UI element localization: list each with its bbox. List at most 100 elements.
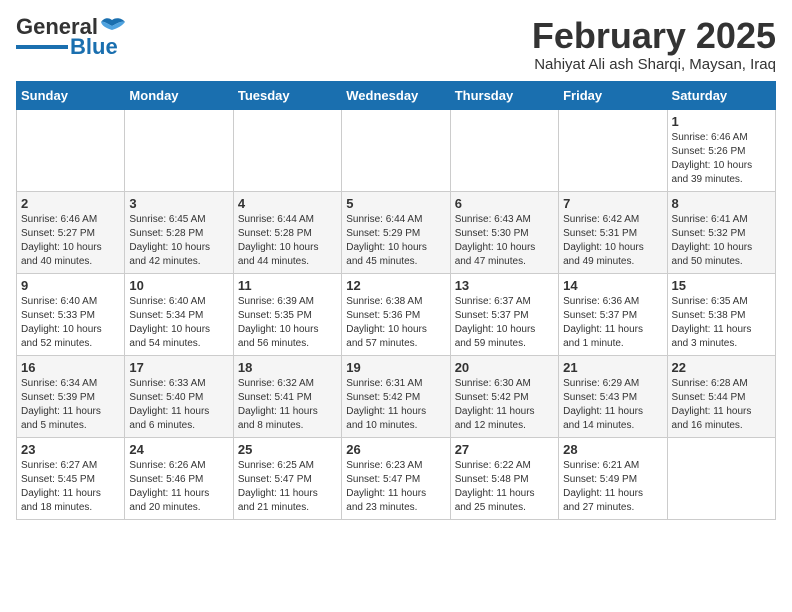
page-header: General Blue February 2025 Nahiyat Ali a… (16, 16, 776, 73)
calendar-cell: 25 Sunrise: 6:25 AM Sunset: 5:47 PM Dayli… (233, 437, 341, 519)
day-number: 20 (455, 360, 554, 375)
calendar-cell: 8 Sunrise: 6:41 AM Sunset: 5:32 PM Daylig… (667, 191, 775, 273)
day-number: 24 (129, 442, 228, 457)
calendar-cell (342, 109, 450, 191)
calendar-header-row: SundayMondayTuesdayWednesdayThursdayFrid… (17, 81, 776, 109)
day-info: Sunrise: 6:25 AM Sunset: 5:47 PM Dayligh… (238, 459, 337, 515)
calendar-cell: 2Sunrise: 6:46 AM Sunset: 5:27 PM Daylig… (17, 191, 125, 273)
calendar-cell (125, 109, 233, 191)
day-info: Sunrise: 6:35 AM Sunset: 5:38 PM Dayligh… (672, 295, 771, 351)
calendar-cell: 28 Sunrise: 6:21 AM Sunset: 5:49 PM Dayli… (559, 437, 667, 519)
calendar-week-2: 2Sunrise: 6:46 AM Sunset: 5:27 PM Daylig… (17, 191, 776, 273)
day-info: Sunrise: 6:31 AM Sunset: 5:42 PM Dayligh… (346, 377, 445, 433)
calendar-cell: 21 Sunrise: 6:29 AM Sunset: 5:43 PM Dayli… (559, 355, 667, 437)
calendar-header-friday: Friday (559, 81, 667, 109)
calendar-cell (450, 109, 558, 191)
calendar-table: SundayMondayTuesdayWednesdayThursdayFrid… (16, 81, 776, 520)
calendar-cell (559, 109, 667, 191)
day-number: 18 (238, 360, 337, 375)
day-number: 17 (129, 360, 228, 375)
location-title: Nahiyat Ali ash Sharqi, Maysan, Iraq (532, 56, 776, 73)
day-number: 10 (129, 278, 228, 293)
calendar-cell: 23 Sunrise: 6:27 AM Sunset: 5:45 PM Dayli… (17, 437, 125, 519)
calendar-cell: 20 Sunrise: 6:30 AM Sunset: 5:42 PM Dayli… (450, 355, 558, 437)
day-number: 3 (129, 196, 228, 211)
calendar-header-saturday: Saturday (667, 81, 775, 109)
day-number: 13 (455, 278, 554, 293)
calendar-week-3: 9 Sunrise: 6:40 AM Sunset: 5:33 PM Daylig… (17, 273, 776, 355)
calendar-cell: 14 Sunrise: 6:36 AM Sunset: 5:37 PM Dayli… (559, 273, 667, 355)
day-info: Sunrise: 6:32 AM Sunset: 5:41 PM Dayligh… (238, 377, 337, 433)
calendar-header-monday: Monday (125, 81, 233, 109)
day-number: 8 (672, 196, 771, 211)
calendar-week-1: 1 Sunrise: 6:46 AM Sunset: 5:26 PM Daylig… (17, 109, 776, 191)
day-info: Sunrise: 6:29 AM Sunset: 5:43 PM Dayligh… (563, 377, 662, 433)
calendar-header-tuesday: Tuesday (233, 81, 341, 109)
calendar-cell: 10 Sunrise: 6:40 AM Sunset: 5:34 PM Dayli… (125, 273, 233, 355)
day-number: 4 (238, 196, 337, 211)
day-info: Sunrise: 6:21 AM Sunset: 5:49 PM Dayligh… (563, 459, 662, 515)
day-number: 16 (21, 360, 120, 375)
day-number: 9 (21, 278, 120, 293)
day-info: Sunrise: 6:30 AM Sunset: 5:42 PM Dayligh… (455, 377, 554, 433)
calendar-cell: 1 Sunrise: 6:46 AM Sunset: 5:26 PM Daylig… (667, 109, 775, 191)
logo-blue-text: Blue (70, 36, 118, 58)
day-info: Sunrise: 6:44 AM Sunset: 5:28 PM Dayligh… (238, 213, 337, 269)
day-info: Sunrise: 6:43 AM Sunset: 5:30 PM Dayligh… (455, 213, 554, 269)
day-info: Sunrise: 6:34 AM Sunset: 5:39 PM Dayligh… (21, 377, 120, 433)
day-number: 26 (346, 442, 445, 457)
calendar-cell: 18 Sunrise: 6:32 AM Sunset: 5:41 PM Dayli… (233, 355, 341, 437)
calendar-cell: 27Sunrise: 6:22 AM Sunset: 5:48 PM Dayli… (450, 437, 558, 519)
calendar-cell: 4 Sunrise: 6:44 AM Sunset: 5:28 PM Daylig… (233, 191, 341, 273)
calendar-cell: 17 Sunrise: 6:33 AM Sunset: 5:40 PM Dayli… (125, 355, 233, 437)
day-number: 23 (21, 442, 120, 457)
day-number: 25 (238, 442, 337, 457)
day-number: 12 (346, 278, 445, 293)
calendar-cell: 12 Sunrise: 6:38 AM Sunset: 5:36 PM Dayli… (342, 273, 450, 355)
day-number: 7 (563, 196, 662, 211)
day-info: Sunrise: 6:39 AM Sunset: 5:35 PM Dayligh… (238, 295, 337, 351)
calendar-cell: 7Sunrise: 6:42 AM Sunset: 5:31 PM Daylig… (559, 191, 667, 273)
calendar-header-sunday: Sunday (17, 81, 125, 109)
calendar-cell: 24 Sunrise: 6:26 AM Sunset: 5:46 PM Dayli… (125, 437, 233, 519)
day-number: 28 (563, 442, 662, 457)
logo-blue-bar (16, 45, 68, 49)
day-number: 1 (672, 114, 771, 129)
day-info: Sunrise: 6:38 AM Sunset: 5:36 PM Dayligh… (346, 295, 445, 351)
day-info: Sunrise: 6:36 AM Sunset: 5:37 PM Dayligh… (563, 295, 662, 351)
calendar-cell: 13 Sunrise: 6:37 AM Sunset: 5:37 PM Dayli… (450, 273, 558, 355)
day-info: Sunrise: 6:45 AM Sunset: 5:28 PM Dayligh… (129, 213, 228, 269)
day-number: 21 (563, 360, 662, 375)
day-info: Sunrise: 6:40 AM Sunset: 5:34 PM Dayligh… (129, 295, 228, 351)
day-number: 22 (672, 360, 771, 375)
calendar-header-wednesday: Wednesday (342, 81, 450, 109)
day-number: 14 (563, 278, 662, 293)
calendar-header-thursday: Thursday (450, 81, 558, 109)
calendar-cell: 19 Sunrise: 6:31 AM Sunset: 5:42 PM Dayli… (342, 355, 450, 437)
day-info: Sunrise: 6:37 AM Sunset: 5:37 PM Dayligh… (455, 295, 554, 351)
calendar-week-5: 23 Sunrise: 6:27 AM Sunset: 5:45 PM Dayli… (17, 437, 776, 519)
day-info: Sunrise: 6:27 AM Sunset: 5:45 PM Dayligh… (21, 459, 120, 515)
day-info: Sunrise: 6:26 AM Sunset: 5:46 PM Dayligh… (129, 459, 228, 515)
title-area: February 2025 Nahiyat Ali ash Sharqi, Ma… (532, 16, 776, 73)
day-info: Sunrise: 6:33 AM Sunset: 5:40 PM Dayligh… (129, 377, 228, 433)
calendar-cell: 5Sunrise: 6:44 AM Sunset: 5:29 PM Daylig… (342, 191, 450, 273)
day-number: 6 (455, 196, 554, 211)
calendar-cell: 22 Sunrise: 6:28 AM Sunset: 5:44 PM Dayli… (667, 355, 775, 437)
calendar-body: 1 Sunrise: 6:46 AM Sunset: 5:26 PM Daylig… (17, 109, 776, 519)
day-number: 19 (346, 360, 445, 375)
day-info: Sunrise: 6:22 AM Sunset: 5:48 PM Dayligh… (455, 459, 554, 515)
calendar-cell (233, 109, 341, 191)
day-info: Sunrise: 6:41 AM Sunset: 5:32 PM Dayligh… (672, 213, 771, 269)
calendar-cell: 9 Sunrise: 6:40 AM Sunset: 5:33 PM Daylig… (17, 273, 125, 355)
calendar-week-4: 16 Sunrise: 6:34 AM Sunset: 5:39 PM Dayli… (17, 355, 776, 437)
day-info: Sunrise: 6:28 AM Sunset: 5:44 PM Dayligh… (672, 377, 771, 433)
day-info: Sunrise: 6:40 AM Sunset: 5:33 PM Dayligh… (21, 295, 120, 351)
calendar-cell: 15Sunrise: 6:35 AM Sunset: 5:38 PM Dayli… (667, 273, 775, 355)
month-title: February 2025 (532, 16, 776, 56)
day-info: Sunrise: 6:46 AM Sunset: 5:27 PM Dayligh… (21, 213, 120, 269)
day-number: 11 (238, 278, 337, 293)
day-info: Sunrise: 6:46 AM Sunset: 5:26 PM Dayligh… (672, 131, 771, 187)
day-info: Sunrise: 6:23 AM Sunset: 5:47 PM Dayligh… (346, 459, 445, 515)
calendar-cell: 6 Sunrise: 6:43 AM Sunset: 5:30 PM Daylig… (450, 191, 558, 273)
